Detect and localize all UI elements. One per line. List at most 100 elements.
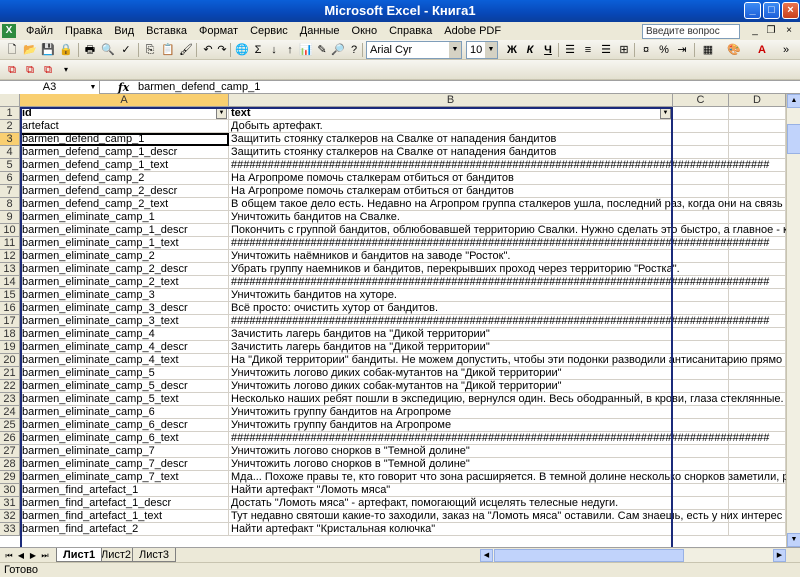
toolbar-options-icon[interactable]: » (778, 42, 794, 58)
cell-d[interactable] (729, 263, 786, 276)
cell-a[interactable]: barmen_find_artefact_1_text (20, 510, 229, 523)
cell-a[interactable]: barmen_eliminate_camp_7_text (20, 471, 229, 484)
cell-a[interactable]: id ▼ (20, 107, 229, 120)
cell-b[interactable]: Покончить с группой бандитов, облюбовавш… (229, 224, 786, 237)
formula-input[interactable]: barmen_defend_camp_1 (138, 81, 260, 94)
cell-c[interactable] (673, 367, 729, 380)
cell-a[interactable]: barmen_eliminate_camp_7 (20, 445, 229, 458)
row-header[interactable]: 19 (0, 341, 20, 354)
doc-minimize-icon[interactable]: _ (748, 24, 762, 38)
cell-d[interactable] (729, 458, 786, 471)
row-header[interactable]: 2 (0, 120, 20, 133)
cell-c[interactable] (673, 445, 729, 458)
cell-c[interactable] (673, 406, 729, 419)
cell-d[interactable] (729, 406, 786, 419)
permission-icon[interactable]: 🔒 (58, 42, 74, 58)
cell-a[interactable]: barmen_eliminate_camp_2 (20, 250, 229, 263)
help-search-input[interactable]: Введите вопрос (642, 24, 740, 39)
cell-b[interactable]: Уничтожить логово снорков в "Темной доли… (229, 445, 673, 458)
cell-a[interactable]: artefact (20, 120, 229, 133)
save-icon[interactable]: 💾 (40, 42, 56, 58)
cell-a[interactable]: barmen_find_artefact_1_descr (20, 497, 229, 510)
cell-a[interactable]: barmen_find_artefact_1 (20, 484, 229, 497)
align-right-icon[interactable]: ☰ (598, 42, 614, 58)
menu-item-1[interactable]: Правка (59, 24, 108, 38)
cell-b[interactable]: text ▼ (229, 107, 673, 120)
cell-a[interactable]: barmen_eliminate_camp_3_text (20, 315, 229, 328)
cell-a[interactable]: barmen_eliminate_camp_1_descr (20, 224, 229, 237)
cell-b[interactable]: Уничтожить группу бандитов на Агропроме (229, 419, 673, 432)
column-header-d[interactable]: D (729, 94, 786, 107)
menu-item-5[interactable]: Сервис (244, 24, 294, 38)
cell-b[interactable]: Защитить стоянку сталкеров на Свалке от … (229, 133, 673, 146)
cell-a[interactable]: barmen_eliminate_camp_6_text (20, 432, 229, 445)
cell-b[interactable]: Защитить стоянку сталкеров на Свалке от … (229, 146, 673, 159)
cell-c[interactable] (673, 289, 729, 302)
paste-icon[interactable]: 📋 (160, 42, 176, 58)
prev-sheet-icon[interactable]: ◀ (16, 550, 26, 561)
cell-c[interactable] (673, 497, 729, 510)
cell-b[interactable]: На Агропроме помочь сталкерам отбиться о… (229, 185, 673, 198)
first-sheet-icon[interactable]: ⏮ (4, 550, 14, 561)
new-icon[interactable]: 🗋 (4, 42, 20, 58)
cell-a[interactable]: barmen_find_artefact_2 (20, 523, 229, 536)
cell-c[interactable] (673, 146, 729, 159)
cell-b[interactable]: Найти артефакт "Кристальная колючка" (229, 523, 673, 536)
chart-wizard-icon[interactable]: 📊 (298, 42, 314, 58)
close-button[interactable]: × (782, 2, 799, 19)
row-header[interactable]: 23 (0, 393, 20, 406)
borders-icon[interactable]: ▦ (700, 42, 716, 58)
row-header[interactable]: 26 (0, 432, 20, 445)
row-header[interactable]: 20 (0, 354, 20, 367)
currency-icon[interactable]: ¤ (638, 42, 654, 58)
cell-b[interactable]: На Агропроме помочь сталкерам отбиться о… (229, 172, 673, 185)
filter-dropdown-icon[interactable]: ▼ (216, 108, 227, 119)
cell-a[interactable]: barmen_eliminate_camp_3_descr (20, 302, 229, 315)
merge-center-icon[interactable]: ⊞ (616, 42, 632, 58)
cell-c[interactable] (673, 302, 729, 315)
cell-b[interactable]: Добыть артефакт. (229, 120, 673, 133)
cell-b[interactable]: Зачистить лагерь бандитов на "Дикой терр… (229, 328, 673, 341)
menu-item-4[interactable]: Формат (193, 24, 244, 38)
cell-b[interactable]: Зачистить лагерь бандитов на "Дикой терр… (229, 341, 673, 354)
cell-d[interactable] (729, 302, 786, 315)
cell-d[interactable] (729, 250, 786, 263)
row-header[interactable]: 3 (0, 133, 20, 146)
scroll-right-icon[interactable]: ▶ (773, 549, 786, 562)
cell-b[interactable]: В общем такое дело есть. Недавно на Агро… (229, 198, 786, 211)
doc-restore-icon[interactable]: ❐ (764, 24, 778, 38)
row-header[interactable]: 13 (0, 263, 20, 276)
help-icon[interactable]: ? (346, 42, 362, 58)
cell-a[interactable]: barmen_eliminate_camp_2_text (20, 276, 229, 289)
cell-b[interactable]: Достать "Ломоть мяса" - артефакт, помога… (229, 497, 673, 510)
font-size-select[interactable]: 10 ▼ (466, 41, 498, 59)
cell-b[interactable]: На "Дикой территории" бандиты. Не можем … (229, 354, 786, 367)
row-header[interactable]: 33 (0, 523, 20, 536)
cell-b[interactable]: Уничтожить логово диких собак-мутантов н… (229, 367, 673, 380)
menu-item-9[interactable]: Adobe PDF (438, 24, 507, 38)
print-icon[interactable]: 🖶 (82, 42, 98, 58)
row-header[interactable]: 25 (0, 419, 20, 432)
toolbar-options-icon[interactable]: ▾ (58, 62, 74, 78)
cell-c[interactable] (673, 523, 729, 536)
row-header[interactable]: 9 (0, 211, 20, 224)
row-header[interactable]: 10 (0, 224, 20, 237)
filter-dropdown-icon[interactable]: ▼ (660, 108, 671, 119)
row-header[interactable]: 31 (0, 497, 20, 510)
cell-b[interactable]: Уничтожить логово снорков в "Темной доли… (229, 458, 673, 471)
vertical-scroll-thumb[interactable] (787, 124, 800, 154)
redo-icon[interactable]: ↷ (214, 42, 230, 58)
cell-b[interactable]: Уничтожить бандитов на хуторе. (229, 289, 673, 302)
autosum-icon[interactable]: Σ (250, 42, 266, 58)
fx-icon[interactable]: fx (118, 81, 129, 94)
row-header[interactable]: 27 (0, 445, 20, 458)
cell-b[interactable]: Всё просто: очистить хутор от бандитов. (229, 302, 673, 315)
active-cell[interactable]: barmen_defend_camp_1 (20, 133, 229, 146)
cell-b[interactable]: Мда... Похоже правы те, кто говорит что … (229, 471, 786, 484)
cell-b[interactable]: Уничтожить логово диких собак-мутантов н… (229, 380, 673, 393)
row-header[interactable]: 8 (0, 198, 20, 211)
cell-c[interactable] (673, 263, 729, 276)
align-left-icon[interactable]: ☰ (562, 42, 578, 58)
cell-d[interactable] (729, 172, 786, 185)
last-sheet-icon[interactable]: ⏭ (40, 550, 50, 561)
